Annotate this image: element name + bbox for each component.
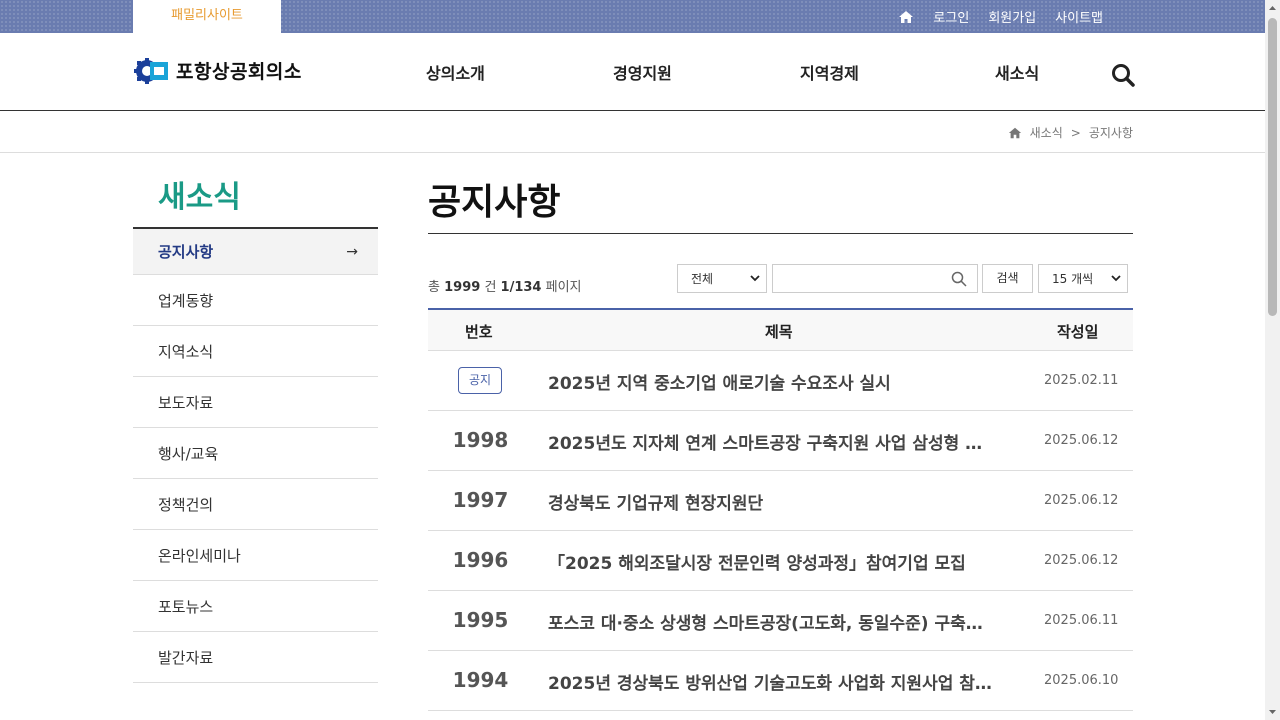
count-total: 1999 <box>444 280 481 295</box>
table-row[interactable]: 1996 「2025 해외조달시장 전문인력 양성과정」참여기업 모집 2025… <box>428 531 1133 591</box>
breadcrumb-separator: > <box>1070 125 1081 140</box>
sidebar-menu: 공지사항 → 업계동향 지역소식 보도자료 행사/교육 정책건의 온라인세미나 … <box>133 227 378 683</box>
page-indicator: 1/134 <box>500 280 542 295</box>
table-row[interactable]: 1995 포스코 대·중소 상생형 스마트공장(고도화, 동일수준) 구축… 2… <box>428 591 1133 651</box>
page-label: 페이지 <box>545 280 582 295</box>
notice-badge: 공지 <box>458 367 502 394</box>
search-icon[interactable] <box>1110 62 1136 88</box>
table-header: 번호 제목 작성일 <box>428 310 1133 351</box>
header-num: 번호 <box>465 323 493 341</box>
sidebar-item-local-news[interactable]: 지역소식 <box>133 326 378 377</box>
home-icon[interactable] <box>898 9 914 25</box>
row-title[interactable]: 2025년도 지자체 연계 스마트공장 구축지원 사업 삼성형 … <box>548 429 1008 454</box>
chevron-down-icon <box>750 275 760 282</box>
login-link[interactable]: 로그인 <box>933 7 969 26</box>
logo-mark-icon <box>134 57 168 84</box>
sidebar-item-webinar[interactable]: 온라인세미나 <box>133 530 378 581</box>
sidebar-item-label: 행사/교육 <box>158 444 219 463</box>
sidebar-item-notices[interactable]: 공지사항 → <box>133 229 378 275</box>
search-button[interactable]: 검색 <box>982 264 1033 293</box>
nav-news[interactable]: 새소식 <box>995 60 1039 84</box>
logo-text: 포항상공회의소 <box>176 61 302 83</box>
title-divider <box>428 233 1133 234</box>
row-date: 2025.06.11 <box>1044 613 1119 628</box>
breadcrumb-item[interactable]: 새소식 <box>1030 124 1063 141</box>
home-icon[interactable] <box>1008 126 1022 140</box>
row-number: 1994 <box>452 668 509 692</box>
sidebar-item-label: 온라인세미나 <box>158 546 241 565</box>
sidebar-item-label: 업계동향 <box>158 291 214 310</box>
row-title[interactable]: 2025년 경상북도 방위산업 기술고도화 사업화 지원사업 참… <box>548 669 1008 694</box>
filter-select-value: 전체 <box>691 272 714 286</box>
row-number: 1995 <box>452 608 509 632</box>
row-title[interactable]: 경상북도 기업규제 현장지원단 <box>548 489 1008 514</box>
row-date: 2025.02.11 <box>1044 373 1119 388</box>
search-icon[interactable] <box>951 271 967 287</box>
sitemap-link[interactable]: 사이트맵 <box>1055 7 1103 26</box>
row-date: 2025.06.10 <box>1044 673 1119 688</box>
utility-links: 로그인 회원가입 사이트맵 <box>898 0 1103 33</box>
logo[interactable]: 포항상공회의소 <box>134 57 302 84</box>
family-site-tab[interactable]: 패밀리사이트 <box>133 0 281 33</box>
table-row[interactable]: 1998 2025년도 지자체 연계 스마트공장 구축지원 사업 삼성형 … 2… <box>428 411 1133 471</box>
filter-select[interactable]: 전체 <box>677 264 767 293</box>
sidebar-item-events[interactable]: 행사/교육 <box>133 428 378 479</box>
signup-link[interactable]: 회원가입 <box>988 7 1036 26</box>
search-input[interactable] <box>773 265 943 292</box>
row-date: 2025.06.12 <box>1044 553 1119 568</box>
row-number: 1997 <box>452 488 509 512</box>
sidebar-item-label: 보도자료 <box>158 393 214 412</box>
count-prefix: 총 <box>428 280 440 295</box>
row-title[interactable]: 「2025 해외조달시장 전문인력 양성과정」참여기업 모집 <box>548 549 1008 574</box>
breadcrumb-item[interactable]: 공지사항 <box>1089 124 1133 141</box>
sidebar-item-label: 포토뉴스 <box>158 597 214 616</box>
row-title[interactable]: 포스코 대·중소 상생형 스마트공장(고도화, 동일수준) 구축… <box>548 609 1008 634</box>
arrow-right-icon: → <box>346 243 358 260</box>
utility-bar: 패밀리사이트 로그인 회원가입 사이트맵 <box>0 0 1265 33</box>
page-scrollbar[interactable] <box>1265 0 1280 720</box>
sidebar-title: 새소식 <box>158 180 241 215</box>
per-page-select-value: 15 개씩 <box>1052 272 1094 286</box>
post-count: 총 1999 건 1/134 페이지 <box>428 276 582 295</box>
table-row[interactable]: 공지 2025년 지역 중소기업 애로기술 수요조사 실시 2025.02.11 <box>428 351 1133 411</box>
sidebar-item-label: 지역소식 <box>158 342 214 361</box>
header: 포항상공회의소 상의소개 경영지원 지역경제 새소식 <box>0 33 1265 111</box>
row-date: 2025.06.12 <box>1044 433 1119 448</box>
row-number: 1996 <box>452 548 509 572</box>
count-unit: 건 <box>484 280 497 295</box>
nav-about[interactable]: 상의소개 <box>426 60 485 84</box>
table-row[interactable]: 1994 2025년 경상북도 방위산업 기술고도화 사업화 지원사업 참… 2… <box>428 651 1133 711</box>
nav-regional-economy[interactable]: 지역경제 <box>800 60 859 84</box>
sidebar-item-photo-news[interactable]: 포토뉴스 <box>133 581 378 632</box>
page: 패밀리사이트 로그인 회원가입 사이트맵 포항상공회의소 상의소개 경영지원 지… <box>0 0 1265 720</box>
sidebar-item-press[interactable]: 보도자료 <box>133 377 378 428</box>
notice-table: 번호 제목 작성일 공지 2025년 지역 중소기업 애로기술 수요조사 실시 … <box>428 308 1133 711</box>
scroll-up-icon[interactable] <box>1268 4 1277 13</box>
row-date: 2025.06.12 <box>1044 493 1119 508</box>
sidebar-item-label: 공지사항 <box>158 243 214 261</box>
page-title: 공지사항 <box>428 182 561 223</box>
scrollbar-thumb[interactable] <box>1268 18 1277 316</box>
table-row[interactable]: 1997 경상북도 기업규제 현장지원단 2025.06.12 <box>428 471 1133 531</box>
breadcrumb: 새소식 > 공지사항 <box>1008 124 1133 141</box>
sidebar-item-label: 정책건의 <box>158 495 214 514</box>
sidebar-item-label: 발간자료 <box>158 648 214 667</box>
header-date: 작성일 <box>1057 323 1099 341</box>
per-page-select[interactable]: 15 개씩 <box>1038 264 1128 293</box>
nav-business-support[interactable]: 경영지원 <box>613 60 672 84</box>
location-bar: 새소식 > 공지사항 <box>0 111 1265 153</box>
row-number: 1998 <box>452 428 509 452</box>
sidebar-item-industry-trends[interactable]: 업계동향 <box>133 275 378 326</box>
chevron-down-icon <box>1111 275 1121 282</box>
row-title[interactable]: 2025년 지역 중소기업 애로기술 수요조사 실시 <box>548 369 1008 394</box>
search-field[interactable] <box>772 264 978 293</box>
sidebar-item-policy[interactable]: 정책건의 <box>133 479 378 530</box>
sidebar-item-publications[interactable]: 발간자료 <box>133 632 378 683</box>
scroll-down-icon[interactable] <box>1268 707 1277 716</box>
header-title: 제목 <box>765 323 793 341</box>
